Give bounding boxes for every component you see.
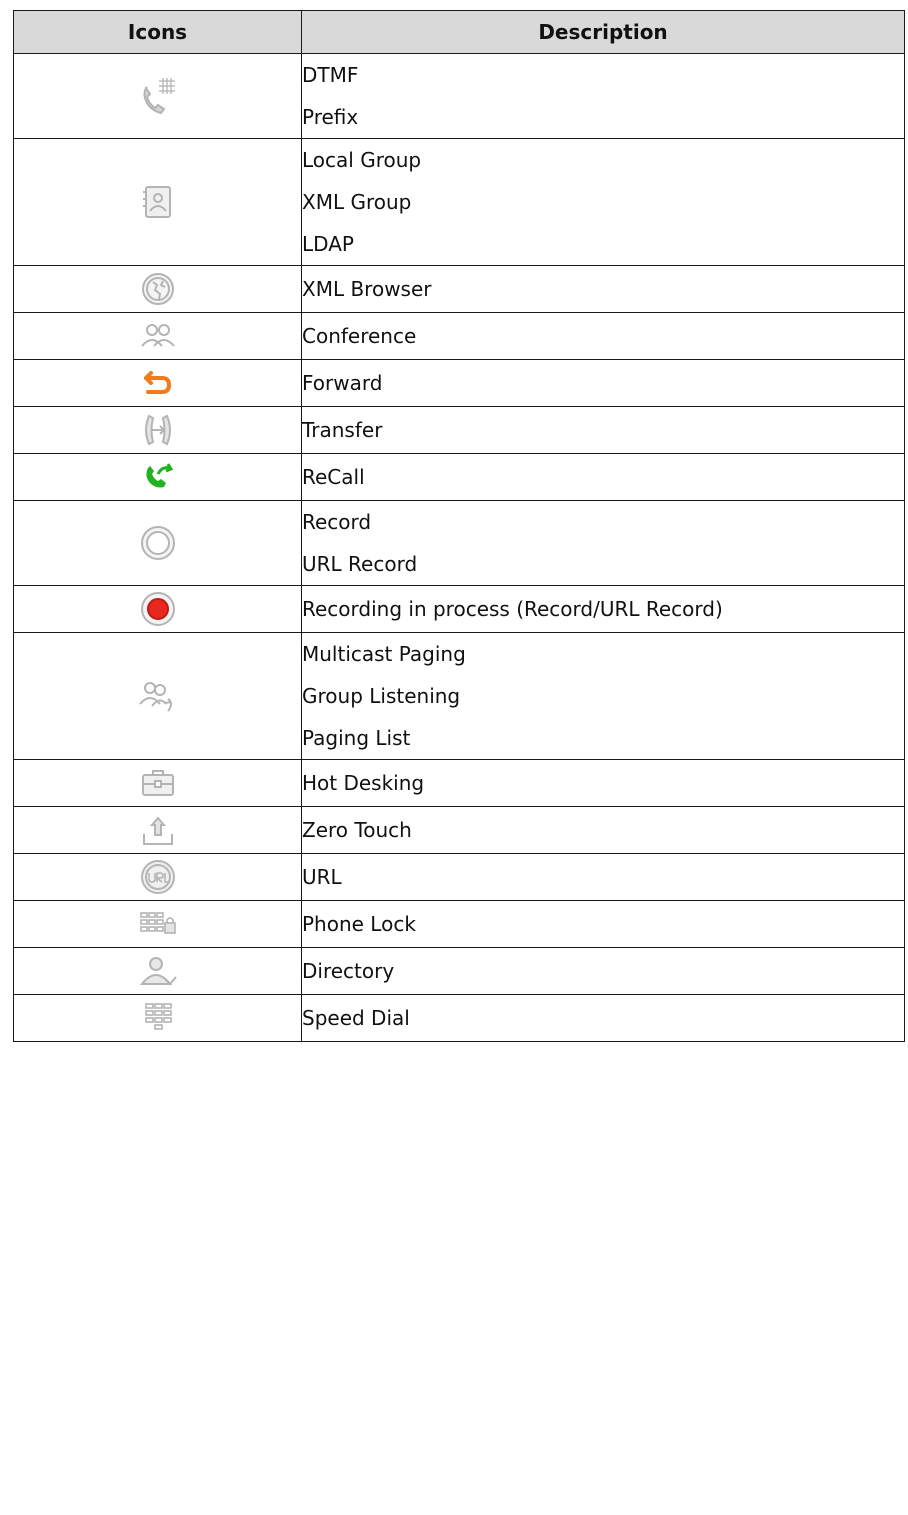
contact-group-book-icon — [135, 179, 181, 225]
description-text: Phone Lock — [302, 912, 416, 936]
directory-person-icon — [135, 948, 181, 994]
description-text: Group Listening — [302, 684, 461, 708]
description-text: URL Record — [302, 552, 418, 576]
description-text: Directory — [302, 959, 395, 983]
multicast-paging-icon — [135, 673, 181, 719]
table-row: URL — [13, 853, 905, 901]
description-text: Speed Dial — [302, 1006, 410, 1030]
description-text: DTMF — [302, 63, 359, 87]
description-text: Prefix — [302, 105, 359, 129]
record-circle-icon — [135, 520, 181, 566]
description-text: Record — [302, 510, 372, 534]
description-text: XML Group — [302, 190, 412, 214]
description-text: Zero Touch — [302, 818, 412, 842]
recall-phone-icon — [135, 454, 181, 500]
table-row: Record URL Record — [13, 500, 905, 586]
table-row: Speed Dial — [13, 994, 905, 1042]
table-row: Conference — [13, 312, 905, 360]
description-text: Forward — [302, 371, 383, 395]
description-text: Local Group — [302, 148, 422, 172]
table-row: Phone Lock — [13, 900, 905, 948]
description-text: Multicast Paging — [302, 642, 466, 666]
table-row: Directory — [13, 947, 905, 995]
speed-dial-keypad-icon — [135, 995, 181, 1041]
icons-table: Icons Description DTMF Prefix Local Grou… — [13, 10, 905, 1042]
url-badge-icon — [135, 854, 181, 900]
description-text: Recording in process (Record/URL Record) — [302, 597, 723, 621]
icons-column-header: Icons — [13, 10, 302, 54]
description-text: XML Browser — [302, 277, 432, 301]
table-row: Forward — [13, 359, 905, 407]
table-row: Hot Desking — [13, 759, 905, 807]
description-text: URL — [302, 865, 342, 889]
description-text: Conference — [302, 324, 417, 348]
table-row: Local Group XML Group LDAP — [13, 138, 905, 266]
dtmf-phone-keypad-icon — [135, 73, 181, 119]
table-row: ReCall — [13, 453, 905, 501]
xml-browser-globe-icon — [135, 266, 181, 312]
table-row: Recording in process (Record/URL Record) — [13, 585, 905, 633]
description-text: LDAP — [302, 232, 354, 256]
description-text: ReCall — [302, 465, 365, 489]
recording-active-icon — [135, 586, 181, 632]
conference-people-icon — [135, 313, 181, 359]
description-column-header: Description — [301, 10, 905, 54]
header-row: Icons Description — [13, 10, 905, 54]
table-row: DTMF Prefix — [13, 53, 905, 139]
phone-lock-keypad-icon — [135, 901, 181, 947]
table-row: XML Browser — [13, 265, 905, 313]
zero-touch-upload-icon — [135, 807, 181, 853]
table-row: Transfer — [13, 406, 905, 454]
description-text: Paging List — [302, 726, 411, 750]
description-text: Hot Desking — [302, 771, 425, 795]
description-text: Transfer — [302, 418, 383, 442]
hot-desking-briefcase-icon — [135, 760, 181, 806]
forward-arrow-icon — [135, 360, 181, 406]
table-row: Zero Touch — [13, 806, 905, 854]
table-row: Multicast Paging Group Listening Paging … — [13, 632, 905, 760]
transfer-handsets-icon — [135, 407, 181, 453]
